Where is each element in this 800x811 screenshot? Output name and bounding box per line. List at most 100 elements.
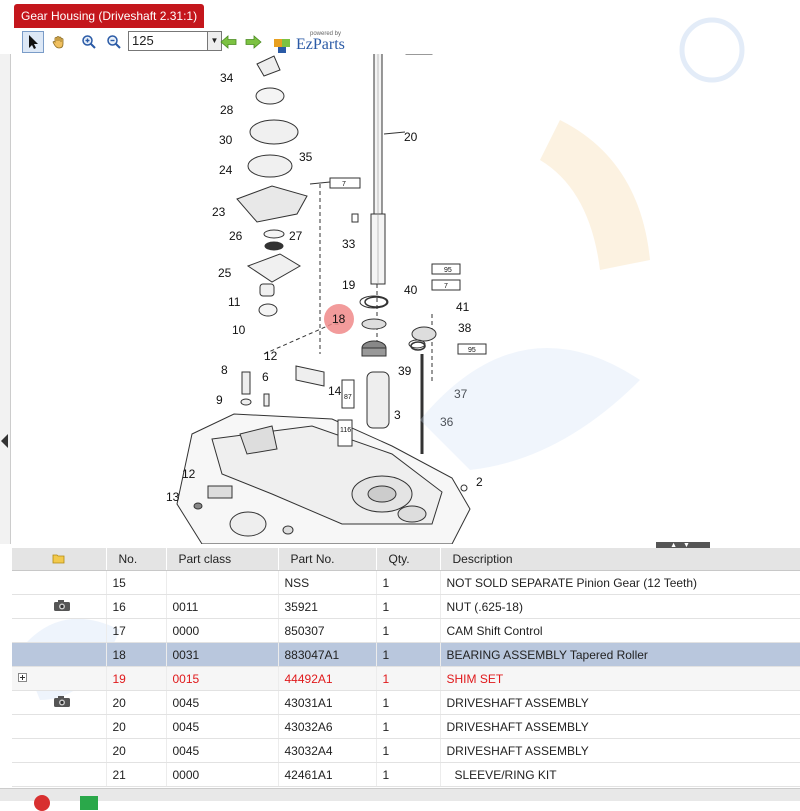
- side-panel-collapse-handle[interactable]: [0, 54, 11, 544]
- camera-icon[interactable]: [53, 598, 71, 612]
- callout-12b[interactable]: 12: [182, 467, 196, 481]
- cell-qty: 1: [376, 570, 441, 595]
- cell-part-no: 44492A1: [278, 666, 377, 691]
- callout-10[interactable]: 10: [232, 323, 246, 337]
- cell-part-no: NSS: [278, 570, 377, 595]
- callout-37[interactable]: 37: [454, 387, 468, 401]
- callout-40[interactable]: 40: [404, 283, 418, 297]
- row-icon-cell: [12, 666, 107, 691]
- callout-18[interactable]: 18: [332, 312, 346, 326]
- callout-12[interactable]: 12: [264, 349, 278, 363]
- cell-part-no: 43031A1: [278, 690, 377, 715]
- status-bar: [0, 788, 800, 811]
- cell-part-class: 0000: [166, 618, 279, 643]
- camera-icon[interactable]: [53, 694, 71, 708]
- cell-part-no: 883047A1: [278, 642, 377, 667]
- callout-20[interactable]: 20: [404, 130, 418, 144]
- ezparts-logo-mark: [274, 39, 290, 53]
- callout-11[interactable]: 11: [228, 295, 241, 309]
- callout-28[interactable]: 28: [220, 103, 234, 117]
- callout-2[interactable]: 2: [476, 475, 483, 489]
- callout-41[interactable]: 41: [456, 300, 470, 314]
- cell-description: DRIVESHAFT ASSEMBLY: [440, 714, 800, 739]
- parts-diagram[interactable]: 95 7 95 7 95 87 116 34 28 30 24 35 23 26…: [12, 54, 800, 544]
- cell-part-class: [166, 570, 279, 595]
- table-row[interactable]: 15 NSS 1 NOT SOLD SEPARATE Pinion Gear (12 …: [12, 570, 800, 595]
- cell-no: 17: [106, 618, 167, 643]
- callout-33[interactable]: 33: [342, 237, 356, 251]
- row-icon-cell: [12, 738, 107, 763]
- select-tool-button[interactable]: [22, 31, 44, 53]
- zoom-level-input[interactable]: 125: [128, 31, 208, 51]
- table-row[interactable]: 18 0031 883047A1 1 BEARING ASSEMBLY Tapered …: [12, 642, 800, 667]
- back-button[interactable]: [218, 31, 240, 53]
- table-row[interactable]: 20 0045 43031A1 1 DRIVESHAFT ASSEMBLY: [12, 690, 800, 715]
- cell-no: 19: [106, 666, 167, 691]
- row-icon-cell: [12, 714, 107, 739]
- cell-no: 20: [106, 690, 167, 715]
- cell-qty: 1: [376, 618, 441, 643]
- header-part-no[interactable]: Part No.: [278, 548, 377, 571]
- table-row[interactable]: 19 0015 44492A1 1 SHIM SET: [12, 666, 800, 691]
- callout-35[interactable]: 35: [299, 150, 313, 164]
- header-part-class[interactable]: Part class: [166, 548, 279, 571]
- header-description[interactable]: Description: [440, 548, 800, 571]
- cell-part-no: 42461A1: [278, 762, 377, 787]
- logo-brand-text: EzParts: [296, 36, 345, 53]
- hand-icon: [52, 36, 64, 49]
- arrow-pointer-icon: [29, 35, 38, 49]
- app-icon-red[interactable]: [34, 795, 50, 811]
- tube-label: 7: [342, 181, 346, 188]
- tube-label: 87: [344, 394, 352, 401]
- callout-26[interactable]: 26: [229, 229, 243, 243]
- tube-label: 116: [340, 427, 351, 434]
- callout-24[interactable]: 24: [219, 163, 233, 177]
- header-icon-column[interactable]: [12, 548, 107, 571]
- callout-23[interactable]: 23: [212, 205, 226, 219]
- table-header-row: No. Part class Part No. Qty. Description: [12, 548, 800, 571]
- cell-qty: 1: [376, 666, 441, 691]
- callout-6[interactable]: 6: [262, 370, 269, 384]
- header-no[interactable]: No.: [106, 548, 167, 571]
- callout-9[interactable]: 9: [216, 393, 223, 407]
- cell-description: SLEEVE/RING KIT: [440, 762, 800, 787]
- table-row[interactable]: 17 0000 850307 1 CAM Shift Control: [12, 618, 800, 643]
- cell-part-class: 0011: [166, 594, 279, 619]
- cell-qty: 1: [376, 762, 441, 787]
- table-row[interactable]: 20 0045 43032A6 1 DRIVESHAFT ASSEMBLY: [12, 714, 800, 739]
- table-row[interactable]: 16 0011 35921 1 NUT (.625-18): [12, 594, 800, 619]
- cell-part-no: 35921: [278, 594, 377, 619]
- callout-27[interactable]: 27: [289, 229, 303, 243]
- app-icon-green[interactable]: [80, 796, 98, 810]
- callout-30[interactable]: 30: [219, 133, 233, 147]
- forward-button[interactable]: [242, 31, 264, 53]
- cell-part-no: 850307: [278, 618, 377, 643]
- window-title-tab[interactable]: Gear Housing (Driveshaft 2.31:1): [14, 4, 205, 28]
- row-icon-cell: [12, 570, 107, 595]
- expand-icon[interactable]: [18, 672, 28, 683]
- row-icon-cell: [12, 642, 107, 667]
- callout-13[interactable]: 13: [166, 490, 180, 504]
- callout-3[interactable]: 3: [394, 408, 401, 422]
- zoom-in-icon: [82, 35, 96, 49]
- callout-36[interactable]: 36: [440, 415, 454, 429]
- cell-description: NOT SOLD SEPARATE Pinion Gear (12 Teeth): [440, 570, 800, 595]
- zoom-out-button[interactable]: [103, 31, 125, 53]
- table-row[interactable]: 20 0045 43032A4 1 DRIVESHAFT ASSEMBLY: [12, 738, 800, 763]
- cell-description: DRIVESHAFT ASSEMBLY: [440, 738, 800, 763]
- callout-39[interactable]: 39: [398, 364, 412, 378]
- zoom-in-button[interactable]: [78, 31, 100, 53]
- callout-25[interactable]: 25: [218, 266, 232, 280]
- callout-14[interactable]: 14: [328, 384, 342, 398]
- cell-no: 21: [106, 762, 167, 787]
- callout-34[interactable]: 34: [220, 71, 234, 85]
- pan-tool-button[interactable]: [48, 31, 70, 53]
- tube-label: 95: [444, 267, 452, 274]
- callout-8[interactable]: 8: [221, 363, 228, 377]
- header-qty[interactable]: Qty.: [376, 548, 441, 571]
- cell-part-class: 0045: [166, 690, 279, 715]
- callout-38[interactable]: 38: [458, 321, 472, 335]
- table-row[interactable]: 21 0000 42461A1 1 SLEEVE/RING KIT: [12, 762, 800, 787]
- callout-19[interactable]: 19: [342, 278, 356, 292]
- cell-qty: 1: [376, 714, 441, 739]
